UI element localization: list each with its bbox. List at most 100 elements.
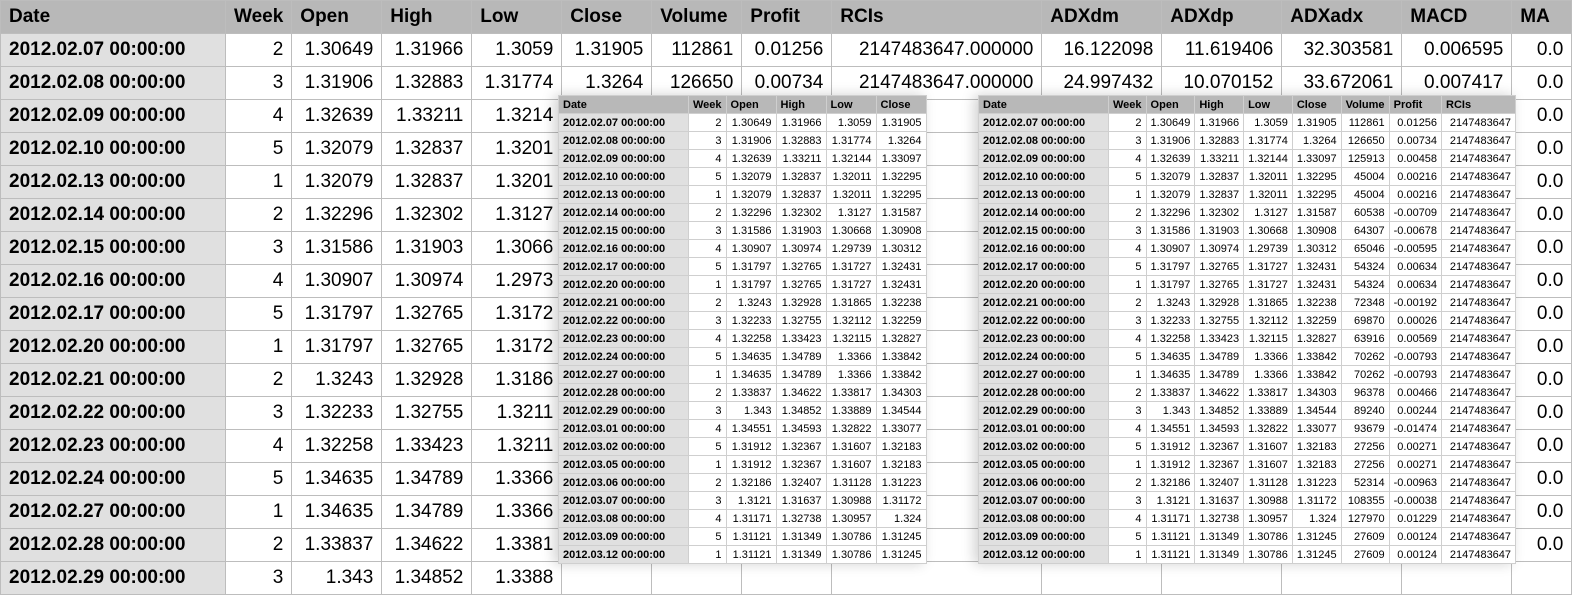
cell-open[interactable]: 1.31171 [726,510,776,528]
cell-date[interactable]: 2012.03.07 00:00:00 [979,492,1109,510]
cell-open[interactable]: 1.3121 [726,492,776,510]
cell-low[interactable]: 1.32115 [826,330,876,348]
table-row[interactable]: 2012.02.28 00:00:0021.338371.346221.3381… [979,384,1516,402]
cell-mac[interactable]: 0.0 [1512,232,1572,265]
cell-date[interactable]: 2012.02.17 00:00:00 [979,258,1109,276]
cell-date[interactable]: 2012.02.13 00:00:00 [1,166,226,199]
cell-week[interactable]: 2 [689,384,727,402]
cell-adxdp[interactable] [1162,562,1282,595]
cell-week[interactable]: 2 [226,199,292,232]
cell-date[interactable]: 2012.02.29 00:00:00 [1,562,226,595]
table-row[interactable]: 2012.02.13 00:00:0011.320791.328371.3201… [559,186,927,204]
table-row[interactable]: 2012.02.08 00:00:0031.319061.328831.3177… [979,132,1516,150]
cell-week[interactable]: 3 [1109,492,1147,510]
cell-high[interactable]: 1.32765 [382,331,472,364]
cell-close[interactable]: 1.324 [1292,510,1341,528]
cell-date[interactable]: 2012.03.01 00:00:00 [979,420,1109,438]
cell-high[interactable]: 1.34852 [382,562,472,595]
cell-week[interactable]: 2 [689,204,727,222]
cell-profit[interactable]: -0.00192 [1389,294,1441,312]
cell-week[interactable]: 4 [689,330,727,348]
cell-low[interactable]: 1.31865 [1244,294,1293,312]
cell-close[interactable]: 1.32827 [1292,330,1341,348]
overlay-table-a[interactable]: Date Week Open High Low Close 2012.02.07… [558,95,927,564]
cell-low[interactable]: 1.32144 [826,150,876,168]
cell-week[interactable]: 4 [689,240,727,258]
cell-week[interactable]: 5 [689,348,727,366]
table-row[interactable]: 2012.03.07 00:00:0031.31211.316371.30988… [979,492,1516,510]
cell-low[interactable]: 1.31607 [1244,456,1293,474]
table-row[interactable]: 2012.03.02 00:00:0051.319121.323671.3160… [559,438,927,456]
cell-week[interactable]: 5 [689,168,727,186]
cell-low[interactable]: 1.29739 [1244,240,1293,258]
cell-low[interactable]: 1.2973 [472,265,562,298]
cell-close[interactable]: 1.31223 [1292,474,1341,492]
cell-profit[interactable]: 0.00124 [1389,528,1441,546]
cell-low[interactable]: 1.3066 [472,232,562,265]
cell-low[interactable]: 1.30786 [1244,528,1293,546]
cell-close[interactable]: 1.31245 [876,528,926,546]
cell-low[interactable]: 1.30988 [1244,492,1293,510]
cell-close[interactable]: 1.31587 [876,204,926,222]
cell-low[interactable]: 1.31128 [826,474,876,492]
cell-high[interactable]: 1.32407 [1195,474,1244,492]
cell-open[interactable]: 1.31912 [726,438,776,456]
cell-adxdm[interactable]: 16.122098 [1042,34,1162,67]
cell-low[interactable]: 1.3127 [472,199,562,232]
cell-low[interactable]: 1.32011 [1244,168,1293,186]
col-date[interactable]: Date [1,1,226,34]
cell-rcis[interactable]: 2147483647 [1442,438,1516,456]
table-row[interactable]: 2012.02.27 00:00:0011.346351.347891.3366… [979,366,1516,384]
cell-low[interactable]: 1.3366 [472,463,562,496]
cell-high[interactable]: 1.30974 [382,265,472,298]
table-row[interactable]: 2012.03.01 00:00:0041.345511.345931.3282… [979,420,1516,438]
cell-high[interactable]: 1.32407 [776,474,826,492]
cell-low[interactable]: 1.32822 [1244,420,1293,438]
cell-mac[interactable]: 0.0 [1512,364,1572,397]
cell-volume[interactable]: 108355 [1341,492,1389,510]
cell-close[interactable]: 1.32295 [876,168,926,186]
cell-low[interactable]: 1.3201 [472,166,562,199]
cell-close[interactable]: 1.34303 [1292,384,1341,402]
cell-volume[interactable]: 27609 [1341,546,1389,564]
cell-low[interactable]: 1.3366 [826,348,876,366]
cell-open[interactable]: 1.31912 [1146,456,1195,474]
cell-volume[interactable]: 70262 [1341,348,1389,366]
col-open[interactable]: Open [1146,96,1195,114]
cell-low[interactable]: 1.31607 [1244,438,1293,456]
cell-close[interactable]: 1.33842 [1292,348,1341,366]
table-row[interactable]: 2012.02.22 00:00:0031.322331.327551.3211… [979,312,1516,330]
cell-close[interactable]: 1.34544 [876,402,926,420]
cell-profit[interactable]: 0.00271 [1389,456,1441,474]
cell-low[interactable]: 1.31607 [826,456,876,474]
col-open[interactable]: Open [292,1,382,34]
cell-rcis[interactable]: 2147483647 [1442,402,1516,420]
table-row[interactable]: 2012.02.14 00:00:0021.322961.323021.3127… [559,204,927,222]
cell-adxadx[interactable] [1282,562,1402,595]
cell-open[interactable]: 1.34551 [726,420,776,438]
table-row[interactable]: 2012.02.17 00:00:0051.317971.327651.3172… [979,258,1516,276]
cell-high[interactable]: 1.30974 [1195,240,1244,258]
cell-volume[interactable]: 112861 [652,34,742,67]
cell-high[interactable]: 1.32928 [776,294,826,312]
cell-open[interactable]: 1.3243 [292,364,382,397]
cell-low[interactable]: 1.31774 [826,132,876,150]
cell-rcis[interactable]: 2147483647 [1442,294,1516,312]
cell-close[interactable]: 1.34303 [876,384,926,402]
cell-close[interactable]: 1.30312 [876,240,926,258]
table-row[interactable]: 2012.02.28 00:00:0021.338371.346221.3381… [559,384,927,402]
cell-rcis[interactable]: 2147483647 [1442,420,1516,438]
cell-low[interactable]: 1.3211 [472,397,562,430]
col-high[interactable]: High [1195,96,1244,114]
cell-week[interactable]: 5 [1109,168,1147,186]
cell-volume[interactable]: 64307 [1341,222,1389,240]
cell-date[interactable]: 2012.03.06 00:00:00 [559,474,689,492]
cell-open[interactable]: 1.32233 [726,312,776,330]
cell-date[interactable]: 2012.02.13 00:00:00 [559,186,689,204]
table-row[interactable]: 2012.02.29 00:00:0031.3431.348521.338891… [559,402,927,420]
cell-date[interactable]: 2012.03.08 00:00:00 [979,510,1109,528]
cell-week[interactable]: 4 [1109,510,1147,528]
cell-volume[interactable]: 27609 [1341,528,1389,546]
cell-high[interactable]: 1.33423 [776,330,826,348]
table-row[interactable]: 2012.03.12 00:00:0011.311211.313491.3078… [979,546,1516,564]
